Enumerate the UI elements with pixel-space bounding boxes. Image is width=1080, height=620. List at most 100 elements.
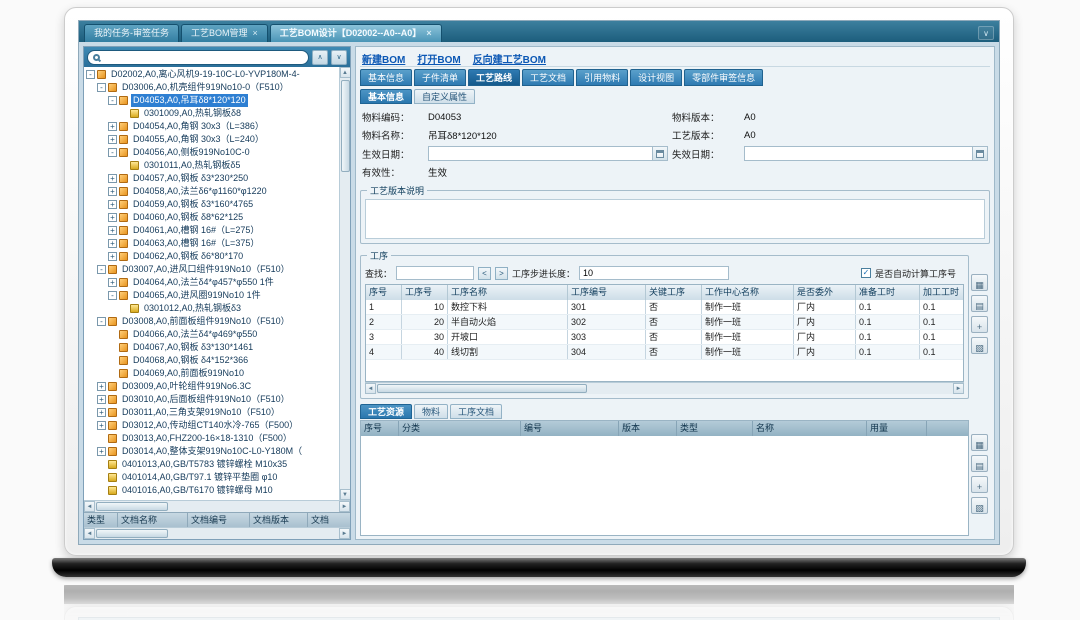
tree-node[interactable]: +D04054,A0,角钢 30x3（L=386） <box>84 120 339 133</box>
tab-overflow-button[interactable]: ∨ <box>978 26 994 40</box>
tree-node[interactable]: D04066,A0,法兰δ4*φ469*φ550 <box>84 328 339 341</box>
tree-node[interactable]: -D03006,A0,机壳组件919No10-0（F510） <box>84 81 339 94</box>
process-horizontal-scrollbar[interactable]: ◄ ► <box>365 382 964 394</box>
resource-tab[interactable]: 工序文档 <box>450 404 502 419</box>
scroll-right-icon[interactable]: ► <box>339 501 350 512</box>
tree-node[interactable]: +D04062,A0,钢板 δ6*80*170 <box>84 250 339 263</box>
tree-node[interactable]: -D02002,A0,离心风机9-19-10C-L0-YVP180M-4- <box>84 68 339 81</box>
effective-date-input[interactable] <box>429 149 652 159</box>
expand-icon[interactable]: + <box>108 135 117 144</box>
expand-icon[interactable]: + <box>97 382 106 391</box>
tree-node[interactable]: +D04061,A0,槽钢 16#（L=275） <box>84 224 339 237</box>
tree-node[interactable]: +D04059,A0,钢板 δ3*160*4765 <box>84 198 339 211</box>
side-tool-button[interactable]: ▦ <box>971 434 988 451</box>
tree-node[interactable]: 0301012,A0,热轧钢板δ3 <box>84 302 339 315</box>
expand-icon[interactable]: + <box>108 122 117 131</box>
tree-node[interactable]: 0401014,A0,GB/T97.1 镀锌平垫圈 φ10 <box>84 471 339 484</box>
doc-horizontal-scrollbar[interactable]: ◄ ► <box>84 527 350 539</box>
scroll-down-icon[interactable]: ▼ <box>340 489 351 500</box>
scrollbar-thumb[interactable] <box>96 502 168 511</box>
collapse-icon[interactable]: - <box>97 265 106 274</box>
effective-date-picker-button[interactable] <box>652 147 667 160</box>
tree-node[interactable]: -D04053,A0,吊耳δ8*120*120 <box>84 94 339 107</box>
close-icon[interactable]: × <box>253 29 258 38</box>
find-next-button[interactable]: > <box>495 267 508 280</box>
tree-node[interactable]: -D03008,A0,前面板组件919No10（F510） <box>84 315 339 328</box>
resource-tab[interactable]: 工艺资源 <box>360 404 412 419</box>
side-tool-button[interactable]: ▦ <box>971 274 988 291</box>
expand-icon[interactable]: + <box>108 278 117 287</box>
main-tab[interactable]: 零部件审签信息 <box>684 69 763 86</box>
reverse-bom-link[interactable]: 反向建工艺BOM <box>473 51 546 66</box>
tree-node[interactable]: +D03011,A0,三角支架919No10（F510） <box>84 406 339 419</box>
scrollbar-thumb[interactable] <box>377 384 587 393</box>
main-tab[interactable]: 引用物料 <box>576 69 628 86</box>
collapse-icon[interactable]: - <box>86 70 95 79</box>
side-tool-button[interactable]: ▤ <box>971 295 988 312</box>
tree-node[interactable]: +D04057,A0,钢板 δ3*230*250 <box>84 172 339 185</box>
tree-horizontal-scrollbar[interactable]: ◄ ► <box>84 500 350 512</box>
tree-node[interactable]: +D04064,A0,法兰δ4*φ457*φ550 1件 <box>84 276 339 289</box>
close-icon[interactable]: × <box>426 29 431 38</box>
table-row[interactable]: 440线切割304否制作一班厂内0.10.1 <box>366 345 963 360</box>
tree-node[interactable]: 0401016,A0,GB/T6170 镀锌螺母 M10 <box>84 484 339 497</box>
tree-node[interactable]: +D03012,A0,传动组CT140水冷-765（F500） <box>84 419 339 432</box>
search-input[interactable] <box>104 51 303 63</box>
tree-node[interactable]: D04067,A0,钢板 δ3*130*1461 <box>84 341 339 354</box>
window-tab[interactable]: 工艺BOM管理× <box>181 24 268 42</box>
collapse-icon[interactable]: - <box>97 317 106 326</box>
scrollbar-thumb[interactable] <box>341 80 350 172</box>
open-bom-link[interactable]: 打开BOM <box>417 51 460 66</box>
tree-node[interactable]: D04069,A0,前面板919No10 <box>84 367 339 380</box>
resource-tab[interactable]: 物料 <box>414 404 448 419</box>
step-length-input[interactable] <box>579 266 729 280</box>
window-tab[interactable]: 工艺BOM设计【D02002--A0--A0】× <box>270 24 442 42</box>
tree-node[interactable]: +D04060,A0,钢板 δ8*62*125 <box>84 211 339 224</box>
main-tab[interactable]: 工艺文档 <box>522 69 574 86</box>
tree-node[interactable]: +D04055,A0,角钢 30x3（L=240） <box>84 133 339 146</box>
scroll-right-icon[interactable]: ► <box>953 383 964 394</box>
expand-icon[interactable]: + <box>108 213 117 222</box>
scroll-right-icon[interactable]: ► <box>339 528 350 539</box>
expand-icon[interactable]: + <box>108 187 117 196</box>
expand-icon[interactable]: + <box>108 200 117 209</box>
window-tab[interactable]: 我的任务-审签任务 <box>84 24 179 42</box>
tree-node[interactable]: -D04056,A0,侧板919No10C-0 <box>84 146 339 159</box>
tree-node[interactable]: +D04063,A0,槽钢 16#（L=375） <box>84 237 339 250</box>
collapse-icon[interactable]: - <box>108 148 117 157</box>
detail-tab[interactable]: 基本信息 <box>360 89 412 104</box>
side-tool-button[interactable]: + <box>971 316 988 333</box>
side-tool-button[interactable]: ▧ <box>971 497 988 514</box>
table-row[interactable]: 220半自动火焰302否制作一班厂内0.10.1 <box>366 315 963 330</box>
detail-tab[interactable]: 自定义属性 <box>414 89 475 104</box>
expand-icon[interactable]: + <box>97 408 106 417</box>
tree-node[interactable]: +D03009,A0,叶轮组件919No6.3C <box>84 380 339 393</box>
tree-node[interactable]: +D03010,A0,后面板组件919No10（F510） <box>84 393 339 406</box>
scroll-left-icon[interactable]: ◄ <box>84 501 95 512</box>
main-tab[interactable]: 子件清单 <box>414 69 466 86</box>
collapse-icon[interactable]: - <box>108 291 117 300</box>
table-row[interactable]: 330开坡口303否制作一班厂内0.10.1 <box>366 330 963 345</box>
tree-node[interactable]: +D03014,A0,整体支架919No10C-L0-Y180M（ <box>84 445 339 458</box>
tree-node[interactable]: 0301009,A0,热轧钢板δ8 <box>84 107 339 120</box>
expand-icon[interactable]: + <box>108 174 117 183</box>
table-row[interactable]: 110数控下料301否制作一班厂内0.10.1 <box>366 300 963 315</box>
new-bom-link[interactable]: 新建BOM <box>362 51 405 66</box>
expand-icon[interactable]: + <box>97 421 106 430</box>
collapse-icon[interactable]: - <box>108 96 117 105</box>
expand-icon[interactable]: + <box>97 395 106 404</box>
expand-icon[interactable]: + <box>97 447 106 456</box>
find-prev-button[interactable]: < <box>478 267 491 280</box>
tree-node[interactable]: 0301011,A0,热轧钢板δ5 <box>84 159 339 172</box>
tree-node[interactable]: +D04058,A0,法兰δ6*φ1160*φ1220 <box>84 185 339 198</box>
find-input[interactable] <box>396 266 474 280</box>
scroll-left-icon[interactable]: ◄ <box>84 528 95 539</box>
expire-date-picker-button[interactable] <box>972 147 987 160</box>
scroll-left-icon[interactable]: ◄ <box>365 383 376 394</box>
auto-number-checkbox[interactable]: ✓ <box>861 268 871 278</box>
expand-icon[interactable]: + <box>108 252 117 261</box>
main-tab[interactable]: 基本信息 <box>360 69 412 86</box>
tree-node[interactable]: -D04065,A0,进风圈919No10 1件 <box>84 289 339 302</box>
main-tab[interactable]: 工艺路线 <box>468 69 520 86</box>
main-tab[interactable]: 设计视图 <box>630 69 682 86</box>
